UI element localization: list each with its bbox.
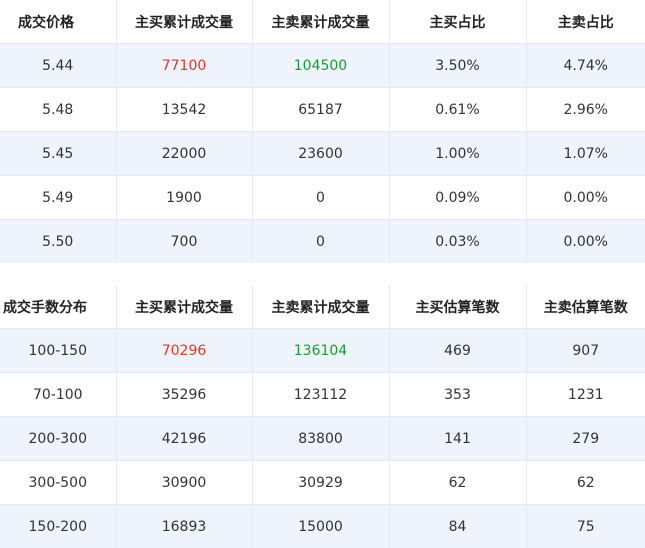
sell-volume-cell: 136104: [252, 329, 389, 373]
table-spacer: [0, 263, 645, 285]
sell-ratio-cell: 2.96%: [526, 88, 645, 132]
table-row: 5.50 700 0 0.03% 0.00%: [0, 220, 645, 264]
buy-volume-cell: 35296: [116, 373, 252, 417]
sell-ratio-cell: 4.74%: [526, 44, 645, 88]
header-trade-price[interactable]: 成交价格: [0, 0, 116, 44]
buy-ratio-cell: 0.03%: [389, 220, 526, 264]
buy-ratio-cell: 0.09%: [389, 176, 526, 220]
buy-volume-cell: 77100: [116, 44, 252, 88]
header-buy-count[interactable]: 主买估算笔数: [389, 285, 526, 329]
buy-count-cell: 62: [389, 461, 526, 505]
lot-range-cell: 300-500: [0, 461, 116, 505]
price-cell: 5.48: [0, 88, 116, 132]
table-row: 300-500 30900 30929 62 62: [0, 461, 645, 505]
sell-count-cell: 1231: [526, 373, 645, 417]
sell-ratio-cell: 1.07%: [526, 132, 645, 176]
table-header-row: 成交价格 主买累计成交量 主卖累计成交量 主买占比 主卖占比: [0, 0, 645, 44]
header-sell-count[interactable]: 主卖估算笔数: [526, 285, 645, 329]
sell-count-cell: 279: [526, 417, 645, 461]
sell-ratio-cell: 0.00%: [526, 220, 645, 264]
sell-ratio-cell: 0.00%: [526, 176, 645, 220]
table-row: 5.45 22000 23600 1.00% 1.07%: [0, 132, 645, 176]
lot-range-cell: 150-200: [0, 505, 116, 548]
buy-count-cell: 141: [389, 417, 526, 461]
buy-ratio-cell: 0.61%: [389, 88, 526, 132]
lot-range-cell: 100-150: [0, 329, 116, 373]
buy-volume-cell: 70296: [116, 329, 252, 373]
lot-size-distribution-table: 成交手数分布 主买累计成交量 主卖累计成交量 主买估算笔数 主卖估算笔数 100…: [0, 285, 645, 548]
header-buy-volume[interactable]: 主买累计成交量: [116, 285, 252, 329]
buy-ratio-cell: 3.50%: [389, 44, 526, 88]
header-sell-ratio[interactable]: 主卖占比: [526, 0, 645, 44]
buy-count-cell: 84: [389, 505, 526, 548]
sell-volume-cell: 104500: [252, 44, 389, 88]
header-sell-volume[interactable]: 主卖累计成交量: [252, 0, 389, 44]
sell-volume-cell: 65187: [252, 88, 389, 132]
sell-count-cell: 907: [526, 329, 645, 373]
sell-volume-cell: 83800: [252, 417, 389, 461]
table-row: 5.48 13542 65187 0.61% 2.96%: [0, 88, 645, 132]
sell-volume-cell: 23600: [252, 132, 389, 176]
price-distribution-table: 成交价格 主买累计成交量 主卖累计成交量 主买占比 主卖占比 5.44 7710…: [0, 0, 645, 263]
table-row: 100-150 70296 136104 469 907: [0, 329, 645, 373]
sell-volume-cell: 30929: [252, 461, 389, 505]
price-cell: 5.49: [0, 176, 116, 220]
header-buy-volume[interactable]: 主买累计成交量: [116, 0, 252, 44]
sell-volume-cell: 0: [252, 220, 389, 264]
price-cell: 5.44: [0, 44, 116, 88]
header-sell-volume[interactable]: 主卖累计成交量: [252, 285, 389, 329]
buy-count-cell: 469: [389, 329, 526, 373]
table-row: 150-200 16893 15000 84 75: [0, 505, 645, 548]
table-row: 5.49 1900 0 0.09% 0.00%: [0, 176, 645, 220]
buy-volume-cell: 22000: [116, 132, 252, 176]
buy-ratio-cell: 1.00%: [389, 132, 526, 176]
header-buy-ratio[interactable]: 主买占比: [389, 0, 526, 44]
lot-range-cell: 70-100: [0, 373, 116, 417]
buy-volume-cell: 13542: [116, 88, 252, 132]
sell-count-cell: 62: [526, 461, 645, 505]
buy-count-cell: 353: [389, 373, 526, 417]
sell-volume-cell: 15000: [252, 505, 389, 548]
sell-volume-cell: 0: [252, 176, 389, 220]
table-row: 70-100 35296 123112 353 1231: [0, 373, 645, 417]
buy-volume-cell: 700: [116, 220, 252, 264]
table-row: 5.44 77100 104500 3.50% 4.74%: [0, 44, 645, 88]
lot-range-cell: 200-300: [0, 417, 116, 461]
sell-count-cell: 75: [526, 505, 645, 548]
table-row: 200-300 42196 83800 141 279: [0, 417, 645, 461]
price-cell: 5.50: [0, 220, 116, 264]
buy-volume-cell: 42196: [116, 417, 252, 461]
table-header-row: 成交手数分布 主买累计成交量 主卖累计成交量 主买估算笔数 主卖估算笔数: [0, 285, 645, 329]
price-cell: 5.45: [0, 132, 116, 176]
buy-volume-cell: 16893: [116, 505, 252, 548]
sell-volume-cell: 123112: [252, 373, 389, 417]
header-lot-range[interactable]: 成交手数分布: [0, 285, 116, 329]
buy-volume-cell: 30900: [116, 461, 252, 505]
buy-volume-cell: 1900: [116, 176, 252, 220]
